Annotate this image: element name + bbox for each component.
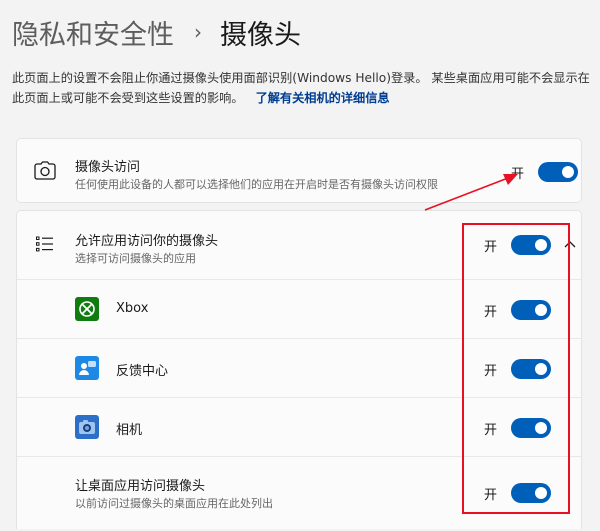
feedback-hub-icon	[75, 356, 99, 380]
camera-access-toggle[interactable]	[538, 162, 578, 182]
app-state: 开	[484, 423, 498, 438]
desktop-apps-toggle[interactable]	[511, 483, 551, 503]
allow-apps-row[interactable]: 允许应用访问你的摄像头 选择可访问摄像头的应用 开	[17, 211, 581, 279]
app-row-xbox: Xbox 开	[17, 279, 581, 339]
camera-access-subtitle: 任何使用此设备的人都可以选择他们的应用在开启时是否有摄像头访问权限	[75, 178, 438, 191]
feedback-hub-toggle[interactable]	[511, 359, 551, 379]
camera-access-card: 摄像头访问 任何使用此设备的人都可以选择他们的应用在开启时是否有摄像头访问权限 …	[16, 138, 582, 203]
app-name: Xbox	[116, 301, 149, 316]
allow-apps-state: 开	[484, 240, 498, 255]
app-row-camera: 相机 开	[17, 397, 581, 457]
desktop-apps-subtitle: 以前访问过摄像头的桌面应用在此处列出	[75, 497, 273, 510]
chevron-up-icon[interactable]	[564, 240, 576, 248]
camera-app-icon	[75, 415, 99, 439]
app-state: 开	[484, 364, 498, 379]
breadcrumb-privacy-security[interactable]: 隐私和安全性	[12, 13, 174, 52]
xbox-icon	[75, 297, 99, 321]
app-state: 开	[484, 305, 498, 320]
page-title: 摄像头	[220, 19, 301, 51]
desktop-apps-title: 让桌面应用访问摄像头	[75, 479, 206, 494]
camera-access-state: 开	[511, 167, 525, 182]
app-row-feedback-hub: 反馈中心 开	[17, 338, 581, 398]
allow-apps-title: 允许应用访问你的摄像头	[75, 234, 219, 249]
camera-access-title: 摄像头访问	[75, 160, 141, 175]
breadcrumb-separator: ›	[194, 20, 202, 44]
desktop-apps-row: 让桌面应用访问摄像头 以前访问过摄像头的桌面应用在此处列出 开	[17, 456, 581, 531]
camera-icon	[34, 161, 56, 180]
allow-apps-toggle[interactable]	[511, 235, 551, 255]
list-icon	[36, 236, 53, 252]
xbox-toggle[interactable]	[511, 300, 551, 320]
learn-more-link[interactable]: 了解有关相机的详细信息	[256, 91, 390, 105]
app-name: 相机	[116, 423, 143, 438]
allow-apps-subtitle: 选择可访问摄像头的应用	[75, 252, 196, 265]
desktop-apps-state: 开	[484, 488, 498, 503]
app-name: 反馈中心	[116, 364, 169, 379]
camera-app-toggle[interactable]	[511, 418, 551, 438]
app-access-card: 允许应用访问你的摄像头 选择可访问摄像头的应用 开 Xbox 开 反馈中心 开	[16, 210, 582, 529]
page-description: 此页面上的设置不会阻止你通过摄像头使用面部识别(Windows Hello)登录…	[12, 68, 590, 108]
breadcrumb: 隐私和安全性 › 摄像头	[12, 12, 301, 52]
